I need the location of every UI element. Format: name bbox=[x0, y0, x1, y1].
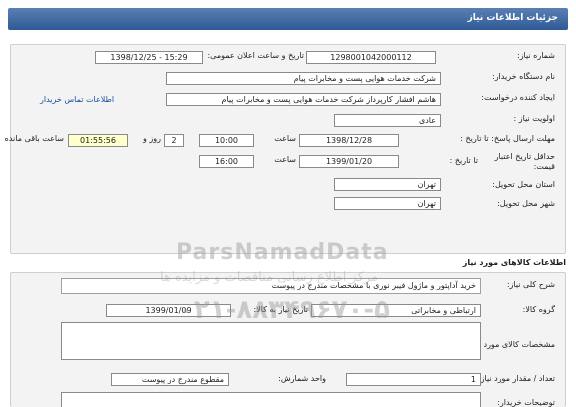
city-field: تهران bbox=[334, 197, 441, 210]
qty-field: 1 bbox=[346, 373, 481, 386]
summary-label: شرح کلی نیاز: bbox=[506, 280, 555, 289]
unit-field: مقطوع مندرج در پیوست bbox=[111, 373, 229, 386]
validity-date-field: 1399/01/20 bbox=[299, 155, 399, 168]
creator-field: هاشم افشار کارپرداز شرکت خدمات هوایی پست… bbox=[166, 93, 441, 106]
goods-section-title: اطلاعات کالاهای مورد نیاز bbox=[462, 258, 566, 267]
announce-field: 1398/12/25 - 15:29 bbox=[95, 51, 203, 64]
buyer-notes-field bbox=[61, 392, 481, 407]
qty-label: تعداد / مقدار مورد نیاز: bbox=[477, 374, 555, 383]
page-title: جزئیات اطلاعات نیاز bbox=[467, 13, 558, 23]
watermark-tagline: مرکز اطلاع رسانی مناقصات و مزایده ها bbox=[160, 270, 378, 285]
creator-label: ایجاد کننده درخواست: bbox=[481, 93, 555, 102]
deadline-time-label: ساعت bbox=[274, 134, 296, 143]
province-label: استان محل تحویل: bbox=[492, 180, 555, 189]
days-label: روز و bbox=[143, 134, 161, 143]
city-label: شهر محل تحویل: bbox=[497, 199, 555, 208]
deadline-time-field: 10:00 bbox=[199, 134, 254, 147]
need-number-field: 1298001042000112 bbox=[306, 51, 436, 64]
unit-label: واحد شمارش: bbox=[278, 374, 326, 383]
group-label: گروه کالا: bbox=[522, 305, 555, 314]
days-remaining-field: 2 bbox=[164, 134, 184, 147]
announce-label: تاریخ و ساعت اعلان عمومی: bbox=[207, 51, 304, 60]
deadline-label: مهلت ارسال پاسخ: تا تاریخ : bbox=[460, 134, 555, 143]
validity-time-label: ساعت bbox=[274, 155, 296, 164]
buyer-org-field: شرکت خدمات هوایی پست و مخابرات پیام bbox=[166, 72, 441, 85]
priority-field: عادی bbox=[334, 114, 441, 127]
remaining-label: ساعت باقی مانده bbox=[4, 134, 64, 143]
page-header: جزئیات اطلاعات نیاز bbox=[8, 8, 568, 30]
remaining-time-field: 01:55:56 bbox=[68, 134, 128, 147]
validity-to-label: تا تاریخ : bbox=[449, 156, 478, 165]
priority-label: اولویت نیاز : bbox=[513, 114, 555, 123]
buyer-contact-link[interactable]: اطلاعات تماس خریدار bbox=[40, 95, 114, 104]
spec-field bbox=[61, 322, 481, 360]
deadline-date-field: 1398/12/28 bbox=[299, 134, 399, 147]
validity-time-field: 16:00 bbox=[199, 155, 254, 168]
buyer-org-label: نام دستگاه خریدار: bbox=[492, 72, 555, 81]
need-number-label: شماره نیاز: bbox=[517, 51, 555, 60]
province-field: تهران bbox=[334, 178, 441, 191]
buyer-notes-label: توضیحات خریدار: bbox=[497, 398, 555, 407]
validity-label: حداقل تاریخ اعتبار قیمت: bbox=[494, 152, 555, 171]
watermark-phone: ۰۲۱-۸۸۳۴۹۶۷۰-۵ bbox=[178, 295, 391, 325]
watermark-site: ParsNamadData bbox=[176, 240, 389, 265]
